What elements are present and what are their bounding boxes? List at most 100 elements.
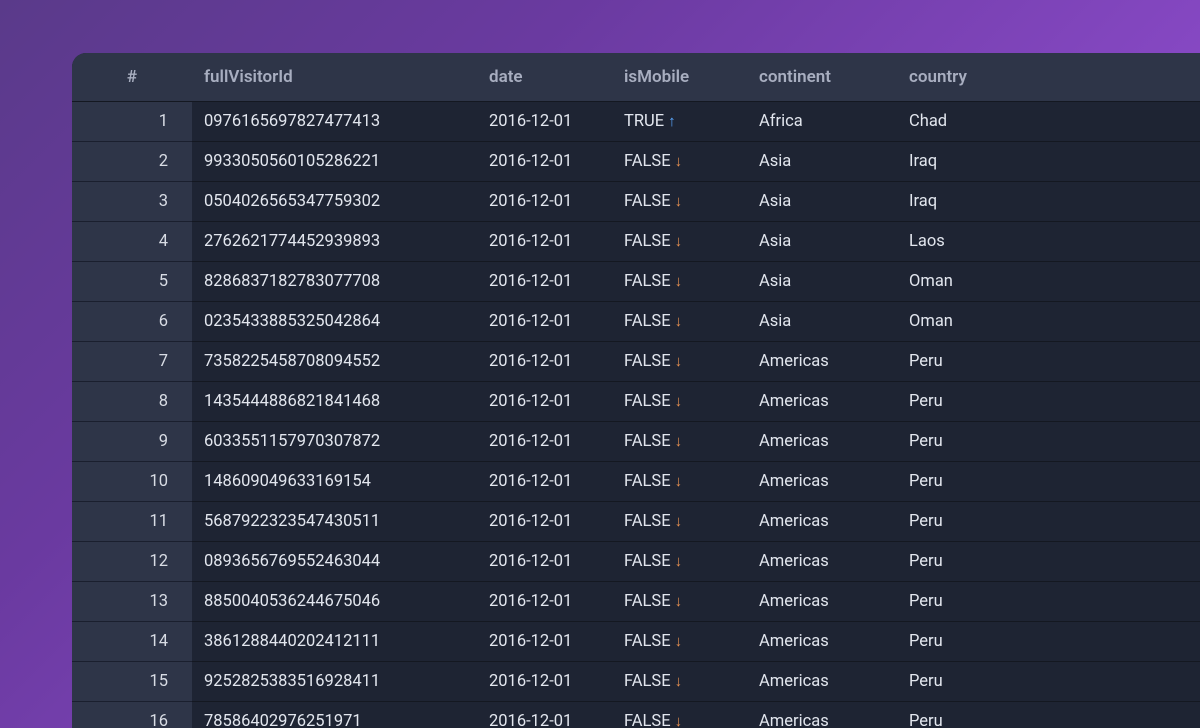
- ismobile-value: FALSE: [624, 472, 671, 491]
- cell-index: 13: [72, 582, 192, 622]
- arrow-down-icon: ↓: [675, 552, 683, 570]
- cell-ismobile: FALSE↓: [612, 582, 747, 622]
- ismobile-value: FALSE: [624, 352, 671, 371]
- cell-index: 1: [72, 102, 192, 142]
- cell-country: Peru: [897, 622, 1200, 662]
- cell-index: 9: [72, 422, 192, 462]
- cell-country: Peru: [897, 422, 1200, 462]
- data-table-panel: # fullVisitorId date isMobile continent …: [72, 53, 1200, 728]
- ismobile-value: FALSE: [624, 272, 671, 291]
- cell-country: Peru: [897, 582, 1200, 622]
- table-row[interactable]: 602354338853250428642016-12-01FALSE↓Asia…: [72, 302, 1200, 342]
- ismobile-value: TRUE: [624, 112, 664, 131]
- cell-fullvisitorid: 0235433885325042864: [192, 302, 477, 342]
- cell-fullvisitorid: 7358225458708094552: [192, 342, 477, 382]
- arrow-down-icon: ↓: [675, 432, 683, 450]
- table-row[interactable]: 960335511579703078722016-12-01FALSE↓Amer…: [72, 422, 1200, 462]
- cell-country: Peru: [897, 662, 1200, 702]
- ismobile-value: FALSE: [624, 192, 671, 211]
- col-header-country[interactable]: country: [897, 53, 1200, 102]
- table-row[interactable]: 101486090496331691542016-12-01FALSE↓Amer…: [72, 462, 1200, 502]
- cell-ismobile: FALSE↓: [612, 702, 747, 728]
- table-row[interactable]: 305040265653477593022016-12-01FALSE↓Asia…: [72, 182, 1200, 222]
- col-header-index[interactable]: #: [72, 53, 192, 102]
- table-row[interactable]: 814354448868218414682016-12-01FALSE↓Amer…: [72, 382, 1200, 422]
- cell-ismobile: FALSE↓: [612, 302, 747, 342]
- arrow-down-icon: ↓: [675, 592, 683, 610]
- cell-country: Oman: [897, 262, 1200, 302]
- cell-country: Iraq: [897, 182, 1200, 222]
- cell-continent: Asia: [747, 142, 897, 182]
- cell-fullvisitorid: 9252825383516928411: [192, 662, 477, 702]
- cell-index: 15: [72, 662, 192, 702]
- table-row[interactable]: 1388500405362446750462016-12-01FALSE↓Ame…: [72, 582, 1200, 622]
- table-row[interactable]: 16785864029762519712016-12-01FALSE↓Ameri…: [72, 702, 1200, 728]
- cell-continent: Americas: [747, 462, 897, 502]
- table-row[interactable]: 1156879223235474305112016-12-01FALSE↓Ame…: [72, 502, 1200, 542]
- cell-fullvisitorid: 8286837182783077708: [192, 262, 477, 302]
- col-header-date[interactable]: date: [477, 53, 612, 102]
- cell-date: 2016-12-01: [477, 542, 612, 582]
- table-row[interactable]: 1438612884402024121112016-12-01FALSE↓Ame…: [72, 622, 1200, 662]
- table-row[interactable]: 582868371827830777082016-12-01FALSE↓Asia…: [72, 262, 1200, 302]
- table-header-row: # fullVisitorId date isMobile continent …: [72, 53, 1200, 102]
- cell-continent: Americas: [747, 502, 897, 542]
- table-row[interactable]: 299330505601052862212016-12-01FALSE↓Asia…: [72, 142, 1200, 182]
- cell-index: 3: [72, 182, 192, 222]
- cell-ismobile: FALSE↓: [612, 542, 747, 582]
- table-row[interactable]: 109761656978274774132016-12-01TRUE↑Afric…: [72, 102, 1200, 142]
- cell-date: 2016-12-01: [477, 182, 612, 222]
- cell-fullvisitorid: 2762621774452939893: [192, 222, 477, 262]
- cell-ismobile: FALSE↓: [612, 462, 747, 502]
- cell-index: 11: [72, 502, 192, 542]
- table-row[interactable]: 773582254587080945522016-12-01FALSE↓Amer…: [72, 342, 1200, 382]
- col-header-ismobile[interactable]: isMobile: [612, 53, 747, 102]
- cell-ismobile: FALSE↓: [612, 182, 747, 222]
- arrow-down-icon: ↓: [675, 352, 683, 370]
- col-header-continent[interactable]: continent: [747, 53, 897, 102]
- cell-index: 2: [72, 142, 192, 182]
- cell-country: Iraq: [897, 142, 1200, 182]
- ismobile-value: FALSE: [624, 432, 671, 451]
- arrow-down-icon: ↓: [675, 632, 683, 650]
- cell-date: 2016-12-01: [477, 382, 612, 422]
- cell-ismobile: TRUE↑: [612, 102, 747, 142]
- cell-date: 2016-12-01: [477, 702, 612, 728]
- cell-fullvisitorid: 148609049633169154: [192, 462, 477, 502]
- cell-continent: Americas: [747, 582, 897, 622]
- arrow-up-icon: ↑: [668, 112, 676, 130]
- cell-continent: Americas: [747, 622, 897, 662]
- cell-date: 2016-12-01: [477, 462, 612, 502]
- cell-date: 2016-12-01: [477, 662, 612, 702]
- cell-date: 2016-12-01: [477, 302, 612, 342]
- arrow-down-icon: ↓: [675, 672, 683, 690]
- table-row[interactable]: 427626217744529398932016-12-01FALSE↓Asia…: [72, 222, 1200, 262]
- cell-fullvisitorid: 1435444886821841468: [192, 382, 477, 422]
- cell-country: Chad: [897, 102, 1200, 142]
- cell-continent: Asia: [747, 222, 897, 262]
- ismobile-value: FALSE: [624, 632, 671, 651]
- arrow-down-icon: ↓: [675, 152, 683, 170]
- cell-country: Peru: [897, 462, 1200, 502]
- cell-continent: Asia: [747, 302, 897, 342]
- table-row[interactable]: 1208936567695524630442016-12-01FALSE↓Ame…: [72, 542, 1200, 582]
- cell-date: 2016-12-01: [477, 342, 612, 382]
- cell-fullvisitorid: 3861288440202412111: [192, 622, 477, 662]
- cell-continent: Americas: [747, 542, 897, 582]
- cell-ismobile: FALSE↓: [612, 502, 747, 542]
- cell-index: 12: [72, 542, 192, 582]
- ismobile-value: FALSE: [624, 312, 671, 331]
- cell-country: Peru: [897, 542, 1200, 582]
- cell-fullvisitorid: 5687922323547430511: [192, 502, 477, 542]
- cell-ismobile: FALSE↓: [612, 382, 747, 422]
- cell-fullvisitorid: 78586402976251971: [192, 702, 477, 728]
- ismobile-value: FALSE: [624, 232, 671, 251]
- cell-date: 2016-12-01: [477, 622, 612, 662]
- cell-date: 2016-12-01: [477, 502, 612, 542]
- col-header-fullvisitorid[interactable]: fullVisitorId: [192, 53, 477, 102]
- table-row[interactable]: 1592528253835169284112016-12-01FALSE↓Ame…: [72, 662, 1200, 702]
- cell-fullvisitorid: 0893656769552463044: [192, 542, 477, 582]
- arrow-down-icon: ↓: [675, 232, 683, 250]
- ismobile-value: FALSE: [624, 392, 671, 411]
- cell-ismobile: FALSE↓: [612, 262, 747, 302]
